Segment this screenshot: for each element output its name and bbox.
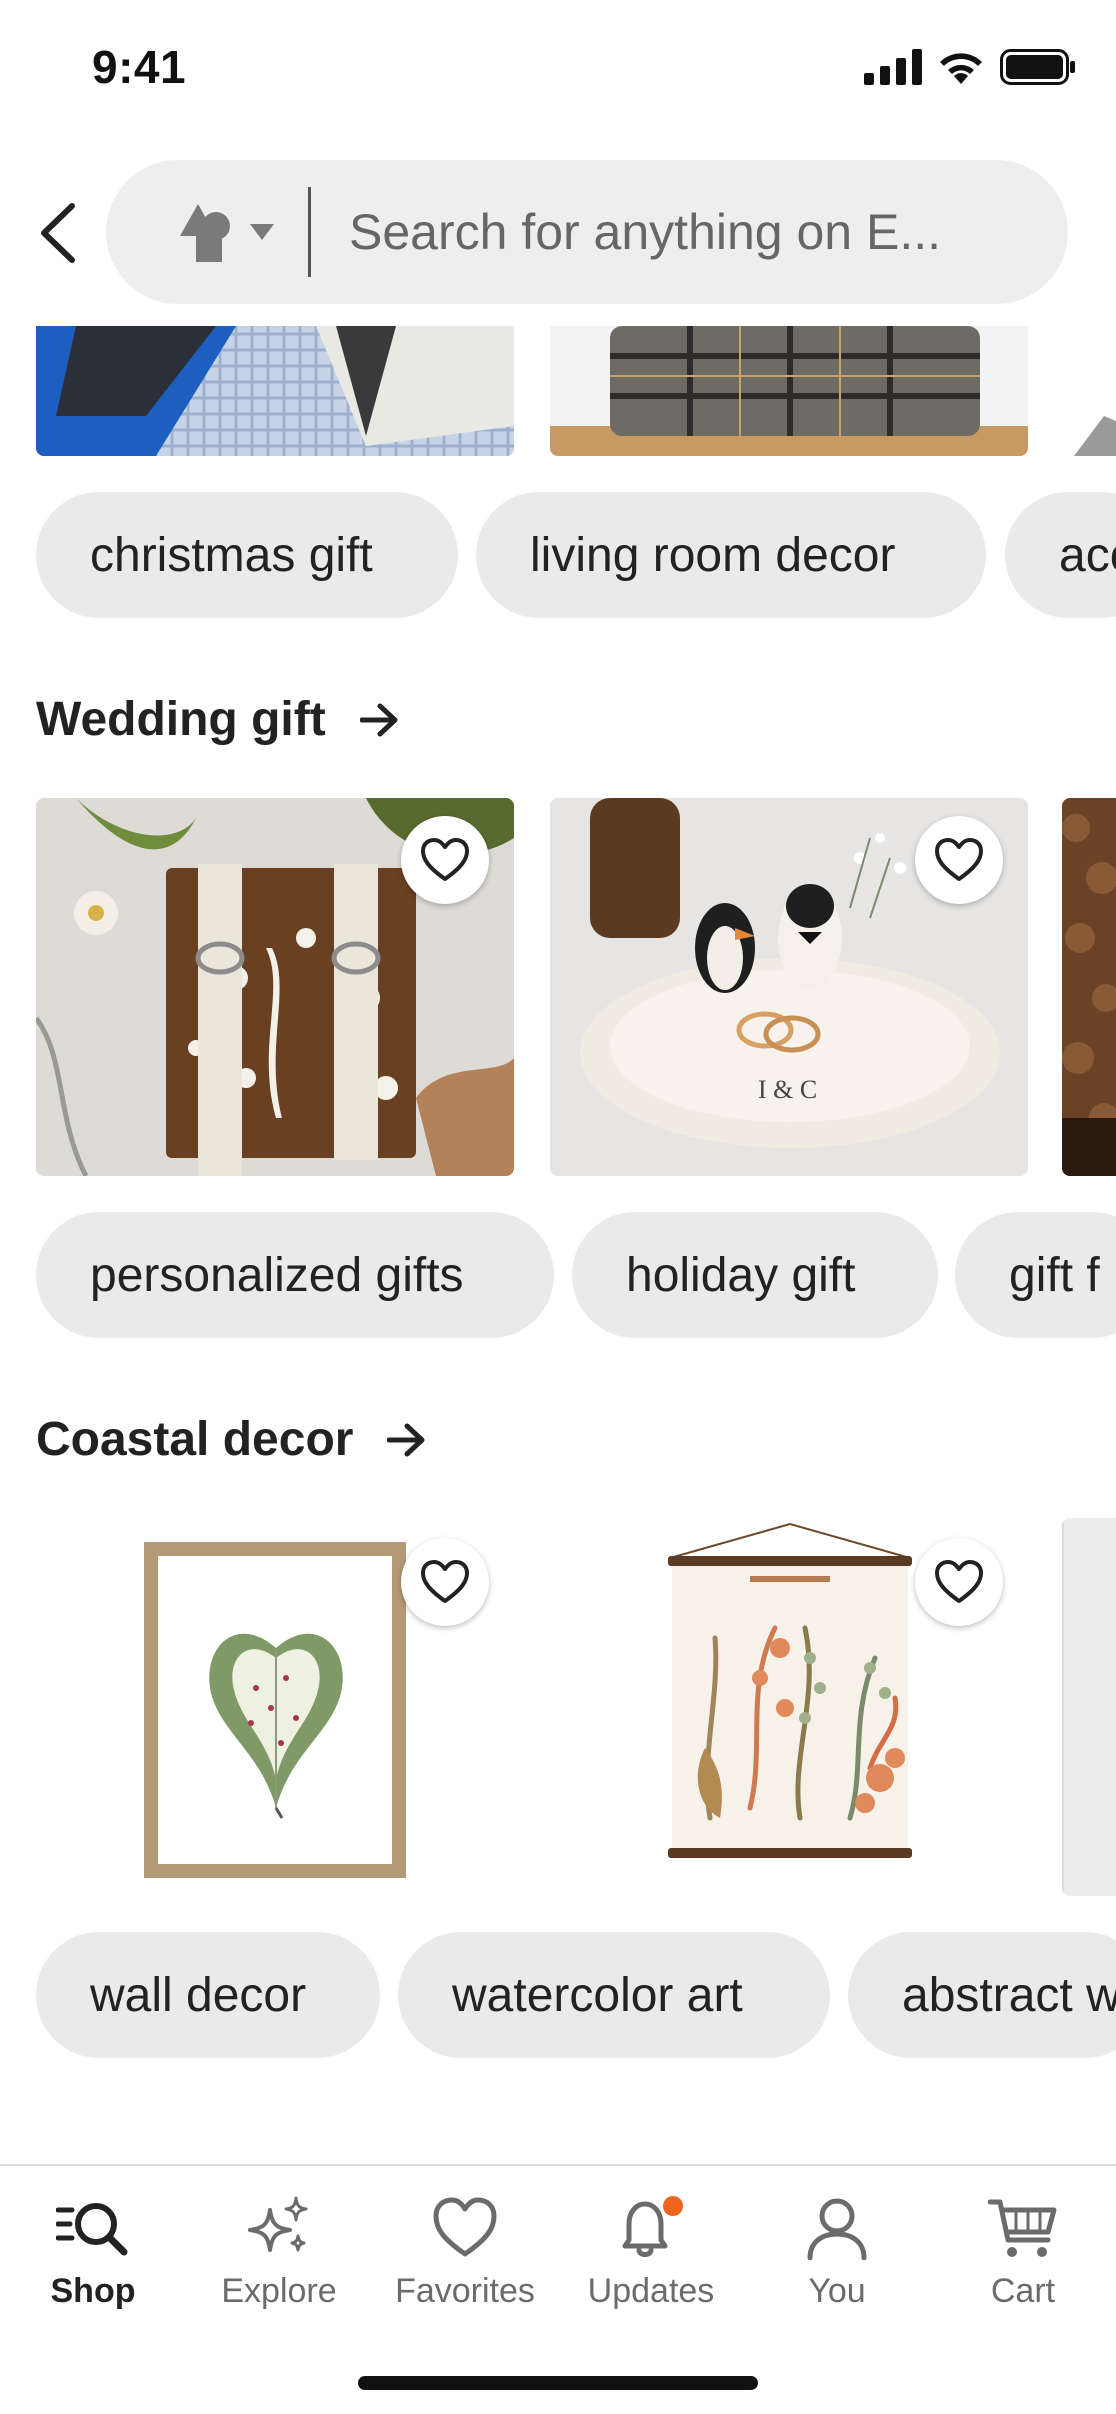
cart-icon xyxy=(988,2199,1057,2257)
search-chip[interactable]: watercolor art xyxy=(398,1932,830,2058)
product-card-image[interactable] xyxy=(1062,1518,1116,1896)
heart-outline-icon xyxy=(421,1560,469,1603)
search-chip[interactable]: abstract w xyxy=(848,1932,1116,2058)
section-title-coastal-decor[interactable]: Coastal decor xyxy=(36,1412,427,1467)
nav-label: Shop xyxy=(50,2272,136,2310)
nav-label: You xyxy=(808,2272,866,2310)
favorite-button[interactable] xyxy=(401,1538,489,1626)
arrow-right-icon xyxy=(359,703,398,736)
product-card-image[interactable] xyxy=(1062,798,1116,1176)
wifi-icon xyxy=(940,53,982,84)
heart-outline-icon xyxy=(935,838,983,881)
section-title-text: Wedding gift xyxy=(36,693,326,746)
back-button[interactable] xyxy=(34,198,86,268)
shop-search-icon xyxy=(56,2203,128,2256)
status-time: 9:41 xyxy=(92,41,187,93)
section-title-wedding-gift[interactable]: Wedding gift xyxy=(36,692,400,747)
nav-updates[interactable]: Updates xyxy=(558,2196,744,2311)
product-image[interactable] xyxy=(550,326,1028,456)
person-icon xyxy=(807,2198,867,2260)
battery-icon xyxy=(1000,49,1075,85)
heart-outline-icon xyxy=(421,838,469,881)
nav-explore[interactable]: Explore xyxy=(186,2196,372,2311)
search-bar[interactable] xyxy=(106,160,1068,304)
favorite-button[interactable] xyxy=(915,816,1003,904)
product-image[interactable] xyxy=(1064,326,1116,456)
heart-icon xyxy=(433,2197,497,2257)
favorite-button[interactable] xyxy=(401,816,489,904)
nav-label: Favorites xyxy=(395,2272,535,2310)
nav-label: Updates xyxy=(587,2272,715,2310)
status-icons xyxy=(864,48,1076,86)
notification-badge xyxy=(663,2196,683,2216)
nav-you[interactable]: You xyxy=(744,2196,930,2311)
home-indicator xyxy=(358,2376,758,2390)
heart-outline-icon xyxy=(935,1560,983,1603)
favorite-button[interactable] xyxy=(915,1538,1003,1626)
search-chip[interactable]: acc xyxy=(1005,492,1116,618)
search-chip[interactable]: personalized gifts xyxy=(36,1212,554,1338)
sparkle-icon xyxy=(248,2196,308,2252)
svg-text:I & C: I & C xyxy=(758,1075,817,1104)
nav-label: Explore xyxy=(221,2272,337,2310)
nav-cart[interactable]: Cart xyxy=(930,2196,1116,2311)
nav-favorites[interactable]: Favorites xyxy=(372,2196,558,2311)
search-chip[interactable]: wall decor xyxy=(36,1932,380,2058)
nav-label: Cart xyxy=(990,2272,1056,2310)
chevron-left-icon xyxy=(41,203,75,263)
search-scope-selector[interactable] xyxy=(146,160,306,304)
search-chip[interactable]: holiday gift xyxy=(572,1212,938,1338)
signal-icon xyxy=(864,49,922,85)
caret-down-icon xyxy=(250,224,274,240)
arrow-right-icon xyxy=(387,1423,425,1456)
search-chip[interactable]: gift f xyxy=(955,1212,1116,1338)
nav-shop[interactable]: Shop xyxy=(0,2196,186,2311)
section-title-text: Coastal decor xyxy=(36,1413,354,1466)
search-chip[interactable]: living room decor xyxy=(476,492,986,618)
bell-icon xyxy=(622,2196,683,2257)
search-divider xyxy=(308,187,311,277)
search-chip[interactable]: christmas gift xyxy=(36,492,458,618)
product-image[interactable] xyxy=(36,326,514,456)
shapes-category-icon xyxy=(180,204,230,262)
search-input[interactable] xyxy=(349,203,1029,261)
